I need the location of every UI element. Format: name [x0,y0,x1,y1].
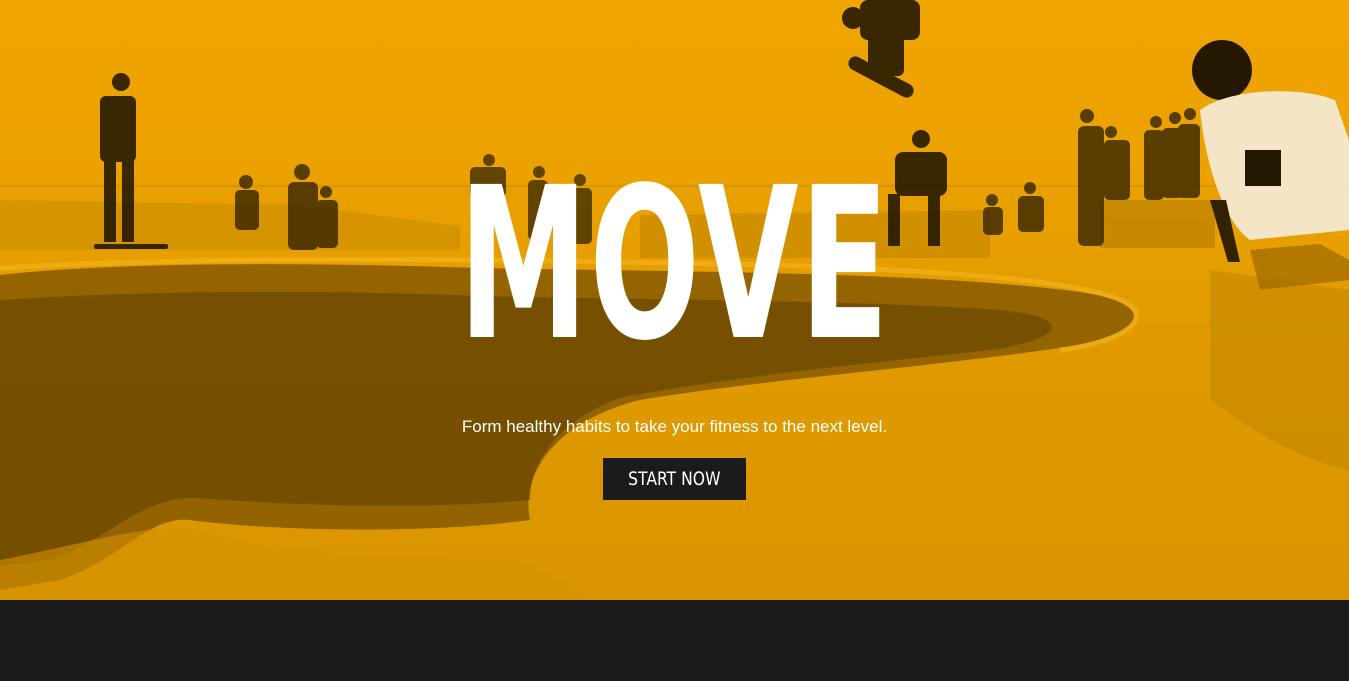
start-now-button[interactable]: START NOW [603,458,746,500]
hero-subtitle: Form healthy habits to take your fitness… [461,417,888,436]
hero-title: MOVE [458,142,891,387]
hero-banner: MOVE Form healthy habits to take your fi… [0,0,1349,600]
footer-band [0,600,1349,681]
start-now-label: START NOW [628,468,721,490]
